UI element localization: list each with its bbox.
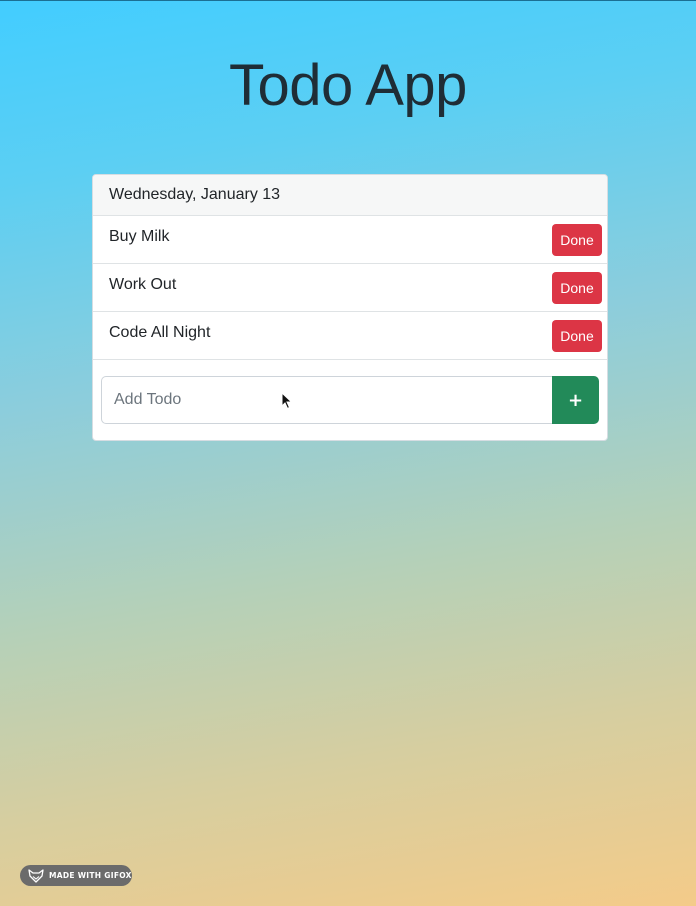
todo-item: Code All Night Done	[93, 312, 607, 360]
done-button[interactable]: Done	[552, 272, 602, 304]
page-title: Todo App	[229, 53, 467, 118]
todo-item: Buy Milk Done	[93, 216, 607, 264]
todo-item-text: Buy Milk	[109, 228, 170, 245]
window-top-edge	[0, 0, 696, 1]
todo-list: Buy Milk Done Work Out Done Code All Nig…	[93, 216, 607, 360]
add-todo-input[interactable]	[101, 376, 552, 424]
todo-card: Wednesday, January 13 Buy Milk Done Work…	[92, 174, 608, 441]
watermark-text: MADE WITH GIFOX	[49, 871, 132, 880]
todo-item-text: Code All Night	[109, 324, 211, 341]
mouse-cursor-icon	[281, 392, 293, 410]
fox-icon	[28, 868, 44, 883]
todo-item-text: Work Out	[109, 276, 177, 293]
done-button[interactable]: Done	[552, 320, 602, 352]
add-todo-form: +	[101, 376, 599, 424]
date-header: Wednesday, January 13	[93, 175, 607, 216]
todo-item: Work Out Done	[93, 264, 607, 312]
done-button[interactable]: Done	[552, 224, 602, 256]
add-todo-button[interactable]: +	[552, 376, 599, 424]
gifox-watermark-badge: MADE WITH GIFOX	[20, 865, 132, 886]
